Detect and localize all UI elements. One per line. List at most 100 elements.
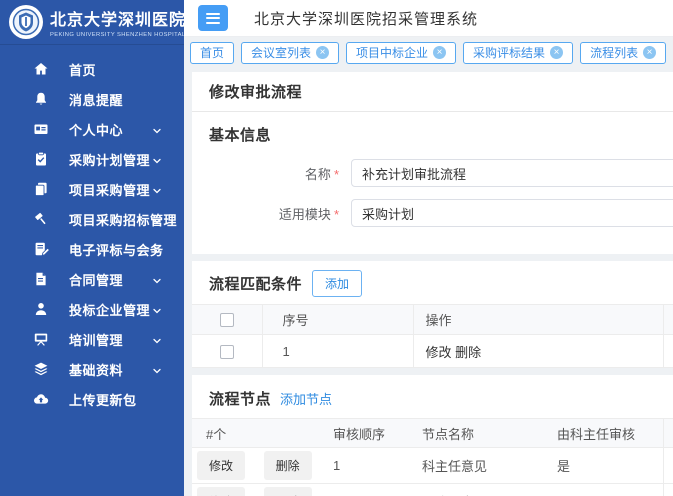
table-header-row: 序号 操作 字 [192,305,673,335]
chevron-down-icon [152,244,162,259]
close-icon[interactable]: × [550,46,563,59]
flow-nodes-card: 流程节点 添加节点 #个 审核顺序 节点名称 由科主任审核 修改 删除 [192,375,673,496]
presentation-icon [33,331,50,348]
match-conditions-heading: 流程匹配条件 [209,273,302,294]
match-conditions-table: 序号 操作 字 1 修改 删除 计 [192,304,673,368]
user-icon [33,301,50,318]
sidebar-item-procurement-plan[interactable]: 采购计划管理 [0,144,184,174]
delete-button[interactable]: 删除 [264,487,312,496]
close-icon[interactable]: × [433,46,446,59]
table-row: 修改 删除 2 采购员意见 否 [192,484,673,496]
match-conditions-card: 流程匹配条件 添加 序号 操作 字 1 修改 删除 计 [192,261,673,368]
form-row-module: 适用模块* [192,199,673,227]
home-icon [33,61,50,78]
basic-info-card: 修改审批流程 基本信息 名称* 适用模块* [192,72,673,254]
tab-home[interactable]: 首页 [190,42,234,64]
required-mark: * [334,167,339,182]
chevron-down-icon [152,274,162,289]
hospital-name-en: PEKING UNIVERSITY SHENZHEN HOSPITAL [50,32,184,38]
action-column-header: 操作 [413,305,663,335]
tab-meeting-room-list[interactable]: 会议室列表 × [241,42,339,64]
module-field[interactable] [351,199,673,227]
select-all-checkbox[interactable] [220,313,234,327]
by-head-column-header: 由科主任审核 [545,419,663,448]
hospital-emblem-icon [8,4,44,40]
num-column-header: #个 [192,419,321,448]
clipped-cell: 计 [663,335,673,368]
sidebar-item-bidding-management[interactable]: 项目采购招标管理 [0,204,184,234]
page-title: 修改审批流程 [209,81,673,102]
id-card-icon [33,121,50,138]
sidebar-item-personal-center[interactable]: 个人中心 [0,114,184,144]
node-name-cell: 科主任意见 [410,448,545,484]
seq-cell: 1 [262,335,413,368]
chevron-down-icon [152,184,162,199]
clipboard-check-icon [33,151,50,168]
name-field[interactable] [351,159,673,187]
flow-nodes-heading: 流程节点 [209,388,271,409]
tab-bar: 首页 会议室列表 × 项目中标企业 × 采购评标结果 × 流程列表 × 流程 × [184,37,673,68]
table-row: 修改 删除 1 科主任意见 是 [192,448,673,484]
sidebar-item-basic-data[interactable]: 基础资料 [0,354,184,384]
chevron-down-icon [152,334,162,349]
sidebar-menu: 首页 消息提醒 个人中心 采购计划管理 [0,44,184,414]
edit-document-icon [33,241,50,258]
sidebar-item-notifications[interactable]: 消息提醒 [0,84,184,114]
topbar: 北京大学深圳医院招采管理系统 [184,0,673,37]
hospital-name: 北京大学深圳医院 [50,6,184,30]
order-column-header: 审核顺序 [321,419,410,448]
basic-info-form: 名称* 适用模块* [192,151,673,254]
flow-nodes-table: #个 审核顺序 节点名称 由科主任审核 修改 删除 1 科主任意见 是 [192,418,673,496]
table-header-row: #个 审核顺序 节点名称 由科主任审核 [192,419,673,448]
close-icon[interactable]: × [316,46,329,59]
form-row-name: 名称* [192,159,673,187]
sidebar-item-bidder-enterprise[interactable]: 投标企业管理 [0,294,184,324]
chevron-down-icon [152,154,162,169]
clipped-column-header: 字 [663,305,673,335]
required-mark: * [334,207,339,222]
basic-info-heading: 基本信息 [209,127,271,144]
contract-icon [33,271,50,288]
delete-button[interactable]: 删除 [264,451,312,480]
close-icon[interactable]: × [643,46,656,59]
sidebar-item-project-procurement[interactable]: 项目采购管理 [0,174,184,204]
bell-icon [33,91,50,108]
tab-winning-enterprise[interactable]: 项目中标企业 × [346,42,456,64]
menu-toggle-button[interactable] [198,5,228,31]
add-condition-button[interactable]: 添加 [312,270,362,297]
chevron-down-icon [152,304,162,319]
table-row: 1 修改 删除 计 [192,335,673,368]
name-label: 名称* [192,164,339,183]
tab-process-list[interactable]: 流程列表 × [580,42,666,64]
order-cell: 2 [321,484,410,496]
edit-button[interactable]: 修改 [197,487,245,496]
documents-icon [33,181,50,198]
layers-icon [33,361,50,378]
edit-button[interactable]: 修改 [197,451,245,480]
seq-column-header: 序号 [262,305,413,335]
node-name-cell: 采购员意见 [410,484,545,496]
sidebar-item-training-management[interactable]: 培训管理 [0,324,184,354]
main-content: 修改审批流程 基本信息 名称* 适用模块* 流程匹配条件 添加 [184,68,673,496]
add-node-link[interactable]: 添加节点 [280,389,332,408]
sidebar: 北京大学深圳医院 PEKING UNIVERSITY SHENZHEN HOSP… [0,0,184,496]
module-label: 适用模块* [192,204,339,223]
tab-evaluation-result[interactable]: 采购评标结果 × [463,42,573,64]
name-column-header: 节点名称 [410,419,545,448]
row-checkbox[interactable] [220,345,234,359]
sidebar-item-upload-update[interactable]: 上传更新包 [0,384,184,414]
cloud-upload-icon [33,391,50,408]
sidebar-item-e-evaluation[interactable]: 电子评标与会务 [0,234,184,264]
row-actions[interactable]: 修改 删除 [426,345,482,360]
chevron-down-icon [152,124,162,139]
chevron-down-icon [152,214,162,229]
gavel-icon [33,211,50,228]
chevron-down-icon [152,364,162,379]
app-title: 北京大学深圳医院招采管理系统 [254,8,478,29]
sidebar-item-home[interactable]: 首页 [0,54,184,84]
order-cell: 1 [321,448,410,484]
hospital-logo: 北京大学深圳医院 PEKING UNIVERSITY SHENZHEN HOSP… [0,0,184,44]
by-head-cell: 否 [545,484,663,496]
sidebar-item-contract-management[interactable]: 合同管理 [0,264,184,294]
by-head-cell: 是 [545,448,663,484]
